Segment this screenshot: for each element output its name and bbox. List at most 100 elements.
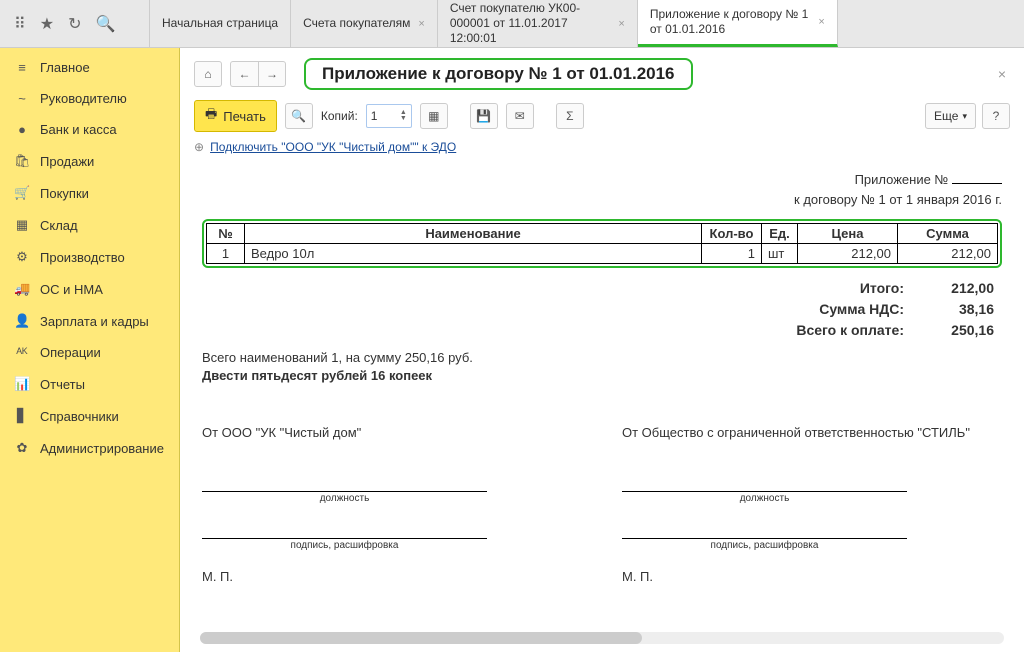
email-button[interactable]: ✉ [506,103,534,129]
chevron-down-icon: ▾ [962,111,967,122]
items-highlight: № Наименование Кол-во Ед. Цена Сумма 1 В… [202,219,1002,268]
itogo-value: 212,00 [904,278,994,299]
book-icon: ▋ [14,408,30,424]
search-icon[interactable]: 🔍 [95,14,115,34]
sidebar-item-label: Продажи [40,154,94,169]
apps-icon[interactable]: ⠿ [14,14,26,34]
sidebar-item-label: Отчеты [40,377,85,392]
person-icon: 👤 [14,313,30,329]
sign-from2: От Общество с ограниченной ответственнос… [622,425,1002,457]
sign-position-line: должность [202,491,487,504]
tab-invoices[interactable]: Счета покупателям × [291,0,438,47]
more-label: Еще [934,109,958,123]
copies-stepper[interactable]: 1 ▲▼ [366,104,412,128]
sidebar-item-label: Производство [40,250,125,265]
cell-qty: 1 [702,244,762,264]
tab-label: Приложение к договору № 1 от 01.01.2016 [650,7,811,37]
sidebar-item-manager[interactable]: ~ Руководителю [0,83,179,114]
total-label: Всего к оплате: [670,320,904,341]
coin-icon: ● [14,122,30,137]
col-price: Цена [798,224,898,244]
horizontal-scrollbar[interactable] [200,632,1004,644]
sign-right: От Общество с ограниченной ответственнос… [622,425,1002,584]
col-sum: Сумма [898,224,998,244]
sidebar-item-reports[interactable]: 📊 Отчеты [0,368,179,400]
close-button[interactable]: × [994,62,1010,86]
itogo-label: Итого: [670,278,904,299]
tab-label: Счет покупателю УК00-000001 от 11.01.201… [450,1,611,46]
sidebar-item-operations[interactable]: ᴬᴷОперации [0,337,179,368]
truck-icon: 🚚 [14,281,30,297]
tab-invoice[interactable]: Счет покупателю УК00-000001 от 11.01.201… [438,0,638,47]
cell-unit: шт [762,244,798,264]
table-header-row: № Наименование Кол-во Ед. Цена Сумма [207,224,998,244]
printer-icon: 🖶 [205,105,217,127]
items-table: № Наименование Кол-во Ед. Цена Сумма 1 В… [206,223,998,264]
sidebar-item-admin[interactable]: ✿Администрирование [0,432,179,464]
document-area: Приложение № к договору № 1 от 1 января … [180,162,1024,600]
sign-from1: От ООО "УК "Чистый дом" [202,425,582,457]
copies-label: Копий: [321,109,358,123]
sidebar-item-label: Руководителю [40,91,127,106]
print-button[interactable]: 🖶 Печать [194,100,277,132]
sign-left: От ООО "УК "Чистый дом" должность подпис… [202,425,582,584]
home-button[interactable]: ⌂ [194,61,222,87]
cell-num: 1 [207,244,245,264]
sidebar-item-label: Администрирование [40,441,164,456]
nds-value: 38,16 [904,299,994,320]
ops-icon: ᴬᴷ [14,345,30,360]
sidebar-item-purchases[interactable]: 🛒Покупки [0,177,179,209]
template-button[interactable]: ▦ [420,103,448,129]
tab-attachment[interactable]: Приложение к договору № 1 от 01.01.2016 … [638,0,838,47]
sidebar-item-assets[interactable]: 🚚 ОС и НМА [0,273,179,305]
tabs: Начальная страница Счета покупателям × С… [150,0,1024,47]
summary-text: Всего наименований 1, на сумму 250,16 ру… [202,349,1002,385]
col-qty: Кол-во [702,224,762,244]
sidebar-item-label: Склад [40,218,78,233]
sidebar-item-bank[interactable]: ●Банк и касса [0,114,179,145]
doc-heading: Приложение № к договору № 1 от 1 января … [202,170,1002,209]
sidebar-item-label: Справочники [40,409,119,424]
sidebar-item-main[interactable]: ≡Главное [0,52,179,83]
sidebar-item-production[interactable]: ⚙Производство [0,241,179,273]
close-icon[interactable]: × [618,18,624,30]
tab-start[interactable]: Начальная страница [150,0,291,47]
history-icon[interactable]: ↻ [68,14,81,34]
sum-button[interactable]: Σ [556,103,584,129]
more-button[interactable]: Еще ▾ [925,103,976,129]
bars-icon: 📊 [14,376,30,392]
mp-left: М. П. [202,569,582,584]
edo-link[interactable]: Подключить "ООО "УК "Чистый дом"" к ЭДО [210,140,456,154]
sidebar-item-payroll[interactable]: 👤Зарплата и кадры [0,305,179,337]
chart-icon: ~ [14,91,30,106]
forward-button[interactable]: → [258,61,286,87]
sidebar-item-sales[interactable]: 🛍 Продажи [0,145,179,177]
help-button[interactable]: ? [982,103,1010,129]
nds-label: Сумма НДС: [670,299,904,320]
scrollbar-thumb[interactable] [200,632,642,644]
close-icon[interactable]: × [818,16,824,28]
cell-price: 212,00 [798,244,898,264]
layout: ≡Главное ~ Руководителю ●Банк и касса 🛍 Пр… [0,48,1024,652]
col-num: № [207,224,245,244]
sidebar-item-label: ОС и НМА [40,282,103,297]
blank-line [952,183,1002,184]
summary-line2: Двести пятьдесят рублей 16 копеек [202,367,1002,385]
head-line2: к договору № 1 от 1 января 2016 г. [202,190,1002,210]
sidebar-item-directories[interactable]: ▋ Справочники [0,400,179,432]
sidebar-item-label: Главное [40,60,90,75]
total-value: 250,16 [904,320,994,341]
signature-area: От ООО "УК "Чистый дом" должность подпис… [202,425,1002,584]
sign-position-line: должность [622,491,907,504]
spinner-icon[interactable]: ▲▼ [400,110,407,122]
preview-button[interactable]: 🔍 [285,103,313,129]
save-button[interactable]: 💾 [470,103,498,129]
sign-decipher-line: подпись, расшифровка [622,538,907,551]
sidebar: ≡Главное ~ Руководителю ●Банк и касса 🛍 Пр… [0,48,180,652]
totals: Итого:212,00 Сумма НДС:38,16 Всего к опл… [662,278,1002,341]
back-button[interactable]: ← [230,61,258,87]
sidebar-item-warehouse[interactable]: ▦Склад [0,209,179,241]
close-icon[interactable]: × [418,18,424,30]
star-icon[interactable]: ★ [40,14,54,34]
bag-icon: 🛍 [14,153,30,169]
